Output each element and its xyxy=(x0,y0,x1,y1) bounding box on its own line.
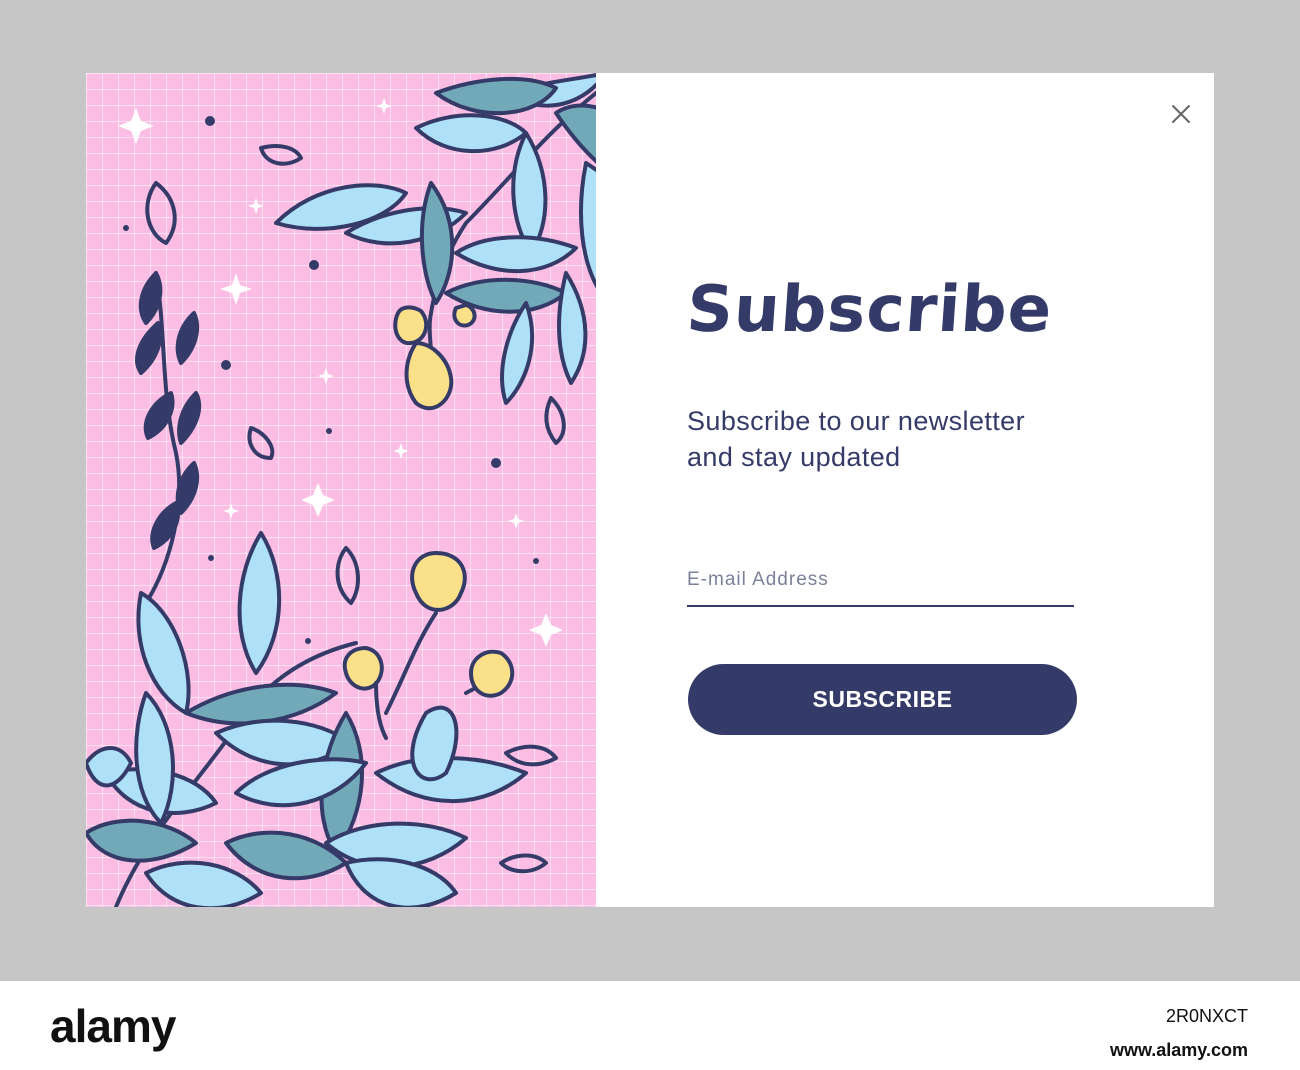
subscribe-panel: Subscribe Subscribe to our newsletter an… xyxy=(596,73,1214,907)
email-field[interactable] xyxy=(687,555,1074,607)
floral-illustration xyxy=(86,73,596,907)
subtitle-line-2: and stay updated xyxy=(687,442,901,472)
subscribe-modal: Subscribe Subscribe to our newsletter an… xyxy=(86,73,1214,907)
image-id: 2R0NXCT xyxy=(1165,1006,1248,1026)
footer-meta: 2R0NXCT www.alamy.com xyxy=(1110,999,1248,1067)
stock-footer: alamy 2R0NXCT www.alamy.com xyxy=(0,981,1300,1070)
background-stage: Subscribe Subscribe to our newsletter an… xyxy=(0,0,1300,981)
subtitle-line-1: Subscribe to our newsletter xyxy=(687,406,1025,436)
site-url: www.alamy.com xyxy=(1109,1040,1248,1060)
close-icon-svg xyxy=(1172,105,1190,123)
subtitle-text: Subscribe to our newsletter and stay upd… xyxy=(687,403,1107,475)
alamy-logo: alamy xyxy=(50,1000,176,1052)
floral-illustration-svg xyxy=(86,73,596,907)
close-icon[interactable] xyxy=(1170,103,1192,125)
subscribe-button[interactable]: SUBSCRIBE xyxy=(688,664,1077,735)
page-title: Subscribe xyxy=(684,273,1055,347)
